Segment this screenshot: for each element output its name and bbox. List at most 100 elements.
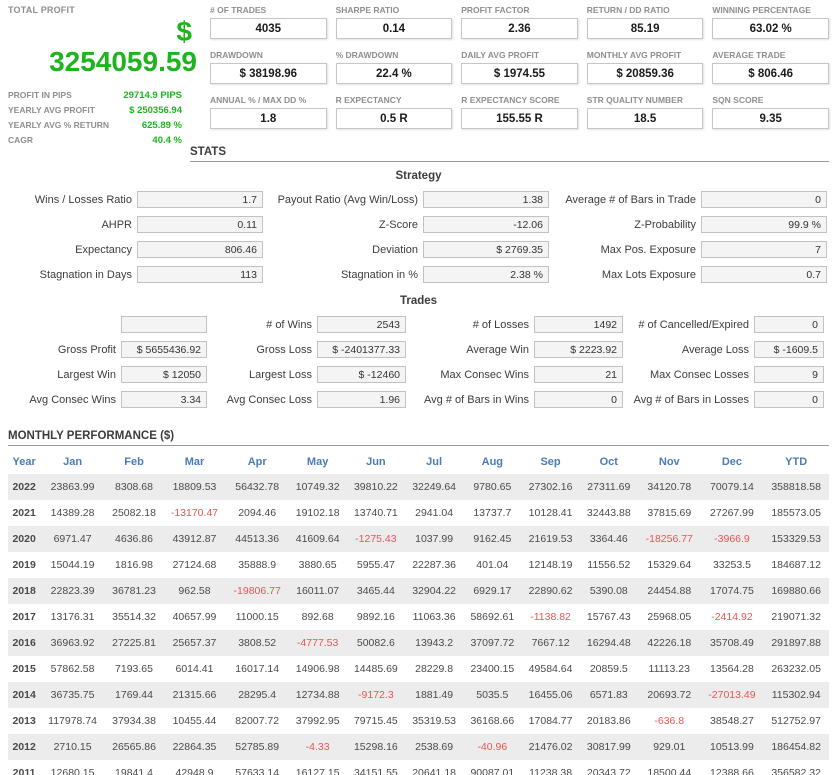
stat-row-value-box: -12.06 (423, 216, 549, 233)
monthly-value-cell: 13943.2 (415, 637, 454, 649)
monthly-value-cell: 50082.6 (356, 637, 395, 649)
monthly-value-cell: 401.04 (476, 559, 509, 571)
stat-cell: AVERAGE TRADE $ 806.46 (712, 50, 829, 84)
stat-row-value: $ 2769.35 (496, 243, 543, 256)
monthly-value-cell: -13170.47 (170, 507, 219, 519)
monthly-row: 2012 2710.15 26565.86 22864.35 52785.89 -4.33… (8, 734, 829, 760)
stat-row-value-box: 0 (534, 391, 623, 408)
monthly-value-cell: 22864.35 (172, 741, 217, 753)
stat-cell: R EXPECTANCY SCORE 155.55 R (461, 95, 578, 129)
monthly-value-cell: 184687.12 (771, 559, 821, 571)
monthly-value-cell: 16455.06 (528, 689, 573, 701)
stat-box-value-text: 85.19 (630, 22, 660, 35)
stat-row-value-box: 0.7 (701, 266, 827, 283)
stat-row-label: # of Losses (472, 318, 529, 331)
stat-row-value: 1492 (593, 318, 617, 331)
monthly-value-cell: 14906.98 (295, 663, 340, 675)
stat-box-label: AVERAGE TRADE (712, 50, 786, 60)
stat-row-label: Avg # of Bars in Wins (424, 393, 529, 406)
monthly-row: 2016 36963.92 27225.81 25657.37 3808.52 -4777… (8, 630, 829, 656)
monthly-value-cell: 11113.23 (648, 663, 690, 675)
summary-row: YEARLY AVG % RETURN 625.89 % (8, 120, 182, 131)
stat-row-value: $ -12460 (358, 368, 400, 381)
monthly-value-cell: 115302.94 (771, 689, 821, 701)
stat-cell: WINNING PERCENTAGE 63.02 % (712, 5, 829, 39)
stat-row-value: $ -1609.5 (773, 343, 818, 356)
monthly-value-cell: 20693.72 (647, 689, 692, 701)
monthly-value-cell: 27302.16 (528, 481, 573, 493)
monthly-column-header: YTD (785, 456, 808, 468)
stat-row-value-box: 99.9 % (701, 216, 827, 233)
monthly-value-cell: 10749.32 (295, 481, 340, 493)
monthly-value-cell: 16017.14 (235, 663, 280, 675)
strategy-grid: Wins / Losses Ratio 1.7 Payout Ratio (Avg … (0, 191, 837, 283)
stat-row-label: Wins / Losses Ratio (34, 193, 132, 206)
monthly-value-cell: 9162.45 (473, 533, 512, 545)
monthly-value-cell: -2414.92 (711, 611, 753, 623)
stat-row-value: 9 (812, 368, 818, 381)
stat-row-value-box: $ 2223.92 (534, 341, 623, 358)
stat-row-value: 3.34 (180, 393, 201, 406)
stat-row-value: 1.38 (522, 193, 543, 206)
stat-row-value-box: 1.96 (317, 391, 406, 408)
monthly-value-cell: 11238.38 (529, 767, 573, 775)
monthly-value-cell: 14485.69 (353, 663, 398, 675)
monthly-row: 2011 12680.15 19841.4 42948.9 57633.14 16127.… (8, 760, 829, 775)
stat-row-value: $ 12050 (163, 368, 201, 381)
trades-grid: # of Wins 2543 # of Losses 1492 # of Cancell… (0, 316, 837, 408)
monthly-value-cell: 13176.31 (50, 611, 95, 623)
stat-row-value: 2.38 % (510, 268, 543, 281)
stat-boxes-area: # OF TRADES 4035 SHARPE RATIO 0.14 PROFIT FA… (200, 5, 829, 162)
stat-row-label: Stagnation in % (340, 268, 418, 281)
stat-boxes-grid: # OF TRADES 4035 SHARPE RATIO 0.14 PROFIT FA… (210, 5, 829, 129)
monthly-value-cell: 56432.78 (235, 481, 280, 493)
monthly-column-header: Jun (366, 456, 386, 468)
summary-row-label: PROFIT IN PIPS (8, 90, 72, 100)
monthly-value-cell: 25082.18 (112, 507, 156, 519)
monthly-value-cell: 37934.38 (112, 715, 156, 727)
stat-row-value-box: 9 (754, 366, 824, 383)
summary-row-label: CAGR (8, 135, 34, 145)
total-profit-panel: TOTAL PROFIT $ 3254059.59 PROFIT IN PIPS… (8, 5, 200, 162)
monthly-value-cell: 512752.97 (771, 715, 821, 727)
monthly-value-cell: 34120.78 (647, 481, 692, 493)
summary-row-label: YEARLY AVG PROFIT (8, 105, 95, 115)
monthly-year-cell: 2020 (12, 533, 36, 545)
stat-row-value: $ 5655436.92 (136, 343, 201, 356)
strategy-title: Strategy (395, 170, 442, 182)
monthly-value-cell: 17084.77 (528, 715, 573, 727)
monthly-value-cell: 21619.53 (528, 533, 573, 545)
stat-row-label: Max Consec Wins (440, 368, 529, 381)
monthly-value-cell: 219071.32 (771, 611, 821, 623)
monthly-value-cell: 34151.55 (353, 767, 398, 775)
stat-box-label: MONTHLY AVG PROFIT (586, 50, 682, 60)
stat-row-value: 0 (815, 193, 821, 206)
monthly-value-cell: 186454.82 (771, 741, 821, 753)
monthly-value-cell: 929.01 (653, 741, 686, 753)
stat-row-label: Average Win (466, 343, 529, 356)
monthly-row: 2021 14389.28 25082.18 -13170.47 2094.46 1910… (8, 500, 829, 526)
monthly-value-cell: 10128.41 (528, 507, 573, 519)
monthly-row: 2015 57862.58 7193.65 6014.41 16017.14 14906.… (8, 656, 829, 682)
stat-row-value: 0.7 (806, 268, 821, 281)
stat-cell: DAILY AVG PROFIT $ 1974.55 (461, 50, 578, 84)
stat-row-value: 7 (815, 243, 821, 256)
stat-row-label: Payout Ratio (Avg Win/Loss) (277, 193, 418, 206)
monthly-value-cell: -40.96 (477, 741, 508, 753)
stat-box-label: # OF TRADES (210, 5, 267, 15)
stat-box-value: 155.55 R (461, 108, 578, 129)
monthly-row: 2019 15044.19 1816.98 27124.68 35888.9 3880.6… (8, 552, 829, 578)
monthly-value-cell: 19841.4 (115, 767, 153, 775)
monthly-table-body: 2022 23863.99 8308.68 18809.53 56432.78 10749… (8, 474, 829, 775)
monthly-value-cell: 2710.15 (53, 741, 92, 753)
monthly-column-header: Feb (124, 456, 144, 468)
stat-cell: MONTHLY AVG PROFIT $ 20859.36 (586, 50, 704, 84)
stat-box-label: WINNING PERCENTAGE (712, 5, 811, 15)
stat-row-value: $ -2401377.33 (332, 343, 400, 356)
stat-box-label: RETURN / DD RATIO (586, 5, 670, 15)
monthly-value-cell: 90087.01 (470, 767, 515, 775)
monthly-value-cell: 4636.86 (115, 533, 153, 545)
monthly-value-cell: 16011.07 (296, 585, 340, 597)
stat-box-value-text: 0.14 (382, 22, 406, 35)
monthly-value-cell: 5955.47 (356, 559, 395, 571)
